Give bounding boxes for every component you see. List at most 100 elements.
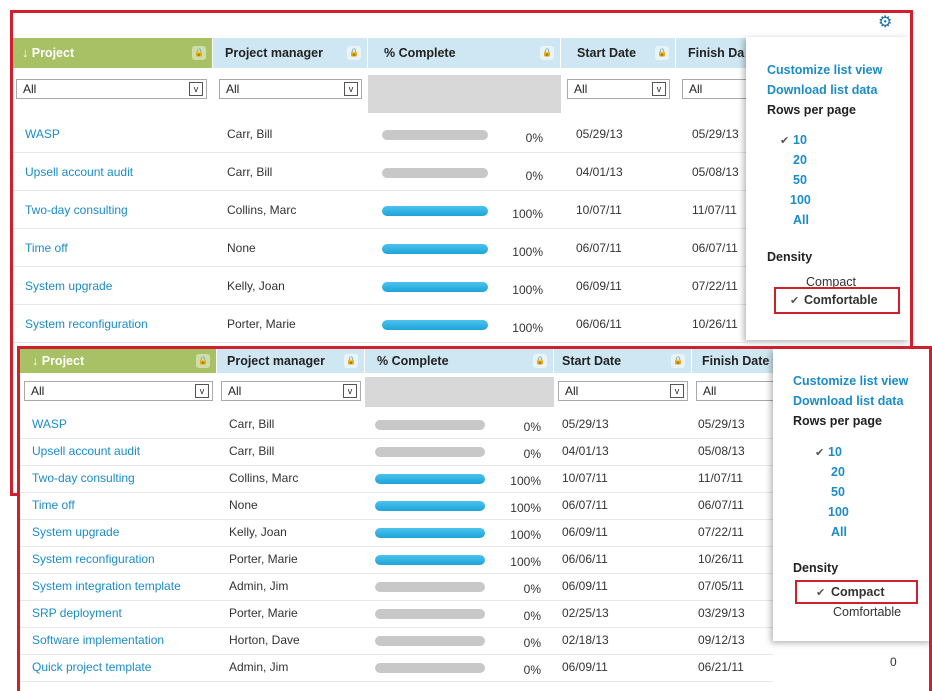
percent-complete: 100%: [512, 283, 543, 297]
percent-complete: 0%: [523, 636, 541, 650]
column-header-start[interactable]: Start Date 🔒: [561, 38, 675, 68]
density-label: Density: [793, 561, 839, 575]
sort-down-icon: ↓: [22, 46, 29, 60]
chevron-down-icon[interactable]: v: [343, 384, 357, 398]
download-list-data-link[interactable]: Download list data: [767, 83, 877, 97]
rows-option-20[interactable]: 20: [793, 153, 807, 167]
download-list-data-link[interactable]: Download list data: [793, 394, 903, 408]
column-header-start[interactable]: Start Date 🔒: [554, 349, 691, 373]
chevron-down-icon[interactable]: v: [195, 384, 209, 398]
finish-date: 06/07/11: [698, 498, 744, 512]
filter-project[interactable]: All v: [10, 75, 213, 103]
chevron-down-icon[interactable]: v: [344, 82, 358, 96]
finish-date: 11/07/11: [698, 471, 743, 485]
lock-icon: 🔒: [196, 354, 210, 368]
density-option-comfortable[interactable]: Comfortable: [833, 605, 901, 619]
customize-list-view-link[interactable]: Customize list view: [767, 63, 882, 77]
filter-manager[interactable]: All v: [213, 75, 368, 103]
lock-icon: 🔒: [533, 354, 547, 368]
chevron-down-icon[interactable]: v: [652, 82, 666, 96]
column-header-manager[interactable]: Project manager 🔒: [213, 38, 367, 68]
manager-cell: Carr, Bill: [227, 165, 273, 179]
progress-bar: [382, 206, 488, 216]
finish-date: 07/05/11: [698, 579, 744, 593]
project-link[interactable]: System upgrade: [25, 279, 112, 293]
rows-option-all[interactable]: All: [793, 213, 809, 227]
rows-option-100[interactable]: 100: [828, 505, 849, 519]
project-link[interactable]: System integration template: [32, 579, 181, 593]
manager-cell: Carr, Bill: [229, 444, 275, 458]
percent-complete: 100%: [510, 501, 541, 515]
start-date: 06/06/11: [576, 317, 622, 331]
filter-project[interactable]: All v: [20, 379, 217, 407]
progress-bar: [382, 282, 488, 292]
manager-cell: None: [229, 498, 258, 512]
column-header-complete[interactable]: % Complete 🔒: [365, 349, 553, 373]
rows-option-50[interactable]: 50: [793, 173, 807, 187]
rows-option-10[interactable]: 10: [793, 133, 807, 147]
project-link[interactable]: System reconfiguration: [32, 552, 155, 566]
chevron-down-icon[interactable]: v: [670, 384, 684, 398]
project-link[interactable]: System upgrade: [32, 525, 119, 539]
manager-cell: Collins, Marc: [229, 471, 299, 485]
project-link[interactable]: Upsell account audit: [32, 444, 140, 458]
column-header-complete[interactable]: % Complete 🔒: [368, 38, 560, 68]
project-link[interactable]: WASP: [25, 127, 60, 141]
progress-bar: [382, 130, 488, 140]
column-header-project[interactable]: ↓ Project 🔒: [10, 38, 212, 68]
percent-complete: 0%: [525, 131, 543, 145]
column-label: Start Date: [577, 46, 637, 60]
chevron-down-icon[interactable]: v: [189, 82, 203, 96]
percent-complete: 0%: [523, 609, 541, 623]
finish-date: 06/21/11: [698, 660, 744, 674]
rows-option-10[interactable]: 10: [828, 445, 842, 459]
column-label: Project manager: [227, 354, 325, 368]
project-link[interactable]: Software implementation: [32, 633, 164, 647]
project-link[interactable]: WASP: [32, 417, 67, 431]
column-header-manager[interactable]: Project manager 🔒: [217, 349, 364, 373]
project-link[interactable]: Upsell account audit: [25, 165, 133, 179]
project-link[interactable]: Time off: [32, 498, 75, 512]
manager-cell: Kelly, Joan: [227, 279, 285, 293]
manager-cell: Porter, Marie: [229, 606, 298, 620]
density-option-compact[interactable]: Compact: [831, 585, 884, 599]
density-option-comfortable[interactable]: Comfortable: [804, 293, 878, 307]
lock-icon: 🔒: [344, 354, 358, 368]
rows-option-100[interactable]: 100: [790, 193, 811, 207]
gear-icon[interactable]: ⚙: [878, 15, 894, 31]
progress-bar: [375, 636, 485, 646]
manager-cell: Horton, Dave: [229, 633, 300, 647]
rows-option-50[interactable]: 50: [831, 485, 845, 499]
project-link[interactable]: Two-day consulting: [25, 203, 128, 217]
column-header-project[interactable]: ↓ Project 🔒: [20, 349, 216, 373]
project-link[interactable]: Quick project template: [32, 660, 151, 674]
filter-value: All: [226, 82, 240, 96]
density-label: Density: [767, 250, 813, 264]
manager-cell: Carr, Bill: [229, 417, 275, 431]
manager-cell: Kelly, Joan: [229, 525, 287, 539]
project-link[interactable]: Two-day consulting: [32, 471, 135, 485]
manager-cell: None: [227, 241, 256, 255]
table-row: Quick project template Admin, Jim 0% 06/09/…: [20, 655, 773, 682]
rows-option-all[interactable]: All: [831, 525, 847, 539]
filter-manager[interactable]: All v: [217, 379, 365, 407]
filter-start[interactable]: All v: [561, 75, 676, 103]
customize-list-view-link[interactable]: Customize list view: [793, 374, 908, 388]
progress-bar: [375, 447, 485, 457]
project-link[interactable]: System reconfiguration: [25, 317, 148, 331]
start-date: 02/25/13: [562, 606, 609, 620]
finish-date: 03/29/13: [698, 606, 745, 620]
table-row: System reconfiguration Porter, Marie 100% 0…: [20, 547, 773, 574]
percent-complete: 100%: [510, 474, 541, 488]
check-icon: ✔: [815, 447, 825, 459]
rows-option-20[interactable]: 20: [831, 465, 845, 479]
table-row: WASP Carr, Bill 0% 05/29/13 05/29/13: [10, 115, 746, 153]
project-link[interactable]: SRP deployment: [32, 606, 122, 620]
filter-value: All: [23, 82, 37, 96]
progress-bar: [382, 244, 488, 254]
project-link[interactable]: Time off: [25, 241, 68, 255]
progress-bar: [382, 320, 488, 330]
list-options-menu: ⚙ Customize list view Download list data…: [746, 15, 910, 340]
filter-start[interactable]: All v: [554, 379, 692, 407]
table-row: Time off None 100% 06/07/11 06/07/11: [10, 229, 746, 267]
